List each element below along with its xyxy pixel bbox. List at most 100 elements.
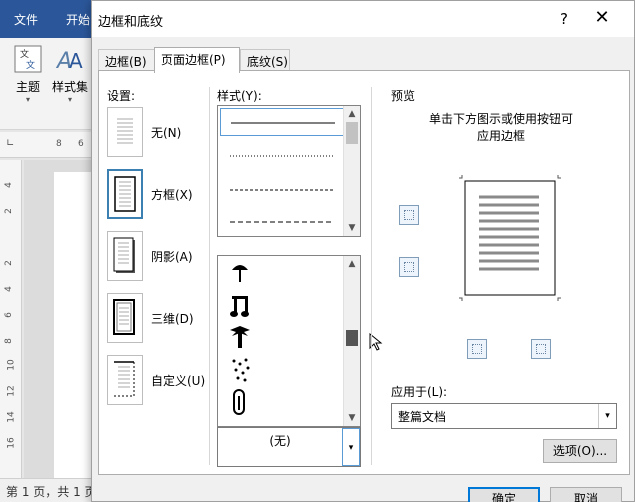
setting-none-label: 无(N) (151, 126, 182, 140)
svg-text:A: A (69, 49, 83, 73)
dashed-line-icon (230, 189, 334, 191)
word-ribbon: 文文 主题 ▾ AA 样式集 ▾ (0, 38, 100, 130)
music-note-icon (230, 296, 249, 317)
options-button[interactable]: 选项(O)... (543, 439, 617, 463)
theme-button[interactable]: 文文 主题 ▾ (8, 44, 48, 104)
chevron-down-icon[interactable]: ▾ (342, 428, 360, 466)
art-music-row[interactable] (230, 292, 334, 322)
divider (371, 87, 372, 465)
border-top-icon (404, 210, 414, 220)
ruler-v-label: 16 (6, 437, 17, 449)
art-value: (无) (269, 434, 291, 448)
ok-button[interactable]: 确定 (468, 487, 540, 502)
line-style-solid[interactable] (220, 108, 344, 136)
dashed-line-icon (230, 221, 334, 223)
scroll-down-icon[interactable]: ▼ (344, 220, 360, 236)
styleset-button[interactable]: AA 样式集 ▾ (50, 44, 90, 104)
ruler-v-label: 4 (3, 286, 14, 292)
horizontal-ruler: ∟ 8 6 (0, 132, 100, 158)
art-confetti-row[interactable] (230, 356, 334, 386)
art-paperclip-row[interactable] (230, 388, 334, 418)
border-left-button[interactable] (467, 339, 487, 359)
setting-custom-icon (107, 355, 143, 405)
setting-box-label: 方框(X) (151, 188, 193, 202)
settings-label: 设置: (107, 89, 136, 103)
border-top-button[interactable] (399, 205, 419, 225)
close-icon[interactable]: ✕ (590, 7, 614, 28)
setting-custom-label: 自定义(U) (151, 374, 206, 388)
art-palm-row[interactable] (230, 324, 334, 354)
setting-shadow-icon (107, 231, 143, 281)
art-border-list[interactable]: ▲ ▼ (217, 255, 361, 427)
tab-stop-icon[interactable]: ∟ (6, 138, 14, 149)
preview-hint-1: 单击下方图示或使用按钮可 (428, 112, 573, 126)
scroll-up-icon[interactable]: ▲ (344, 256, 360, 272)
line-style-dashed-large[interactable] (220, 208, 344, 236)
file-tab[interactable]: 文件 (14, 11, 38, 28)
preview-page[interactable] (459, 175, 561, 301)
art-umbrella-row[interactable] (230, 260, 334, 290)
theme-icon: 文文 (13, 44, 43, 74)
vertical-ruler: 4 2 2 4 6 8 10 12 14 16 (0, 160, 22, 478)
paperclip-icon (233, 389, 245, 415)
setting-shadow-label: 阴影(A) (151, 250, 193, 264)
home-tab[interactable]: 开始 (66, 11, 90, 28)
tab-shading[interactable]: 底纹(S) (240, 49, 290, 71)
ruler-v-label: 10 (6, 359, 17, 371)
svg-text:文: 文 (26, 59, 35, 71)
cancel-button[interactable]: 取消 (550, 487, 622, 502)
border-right-icon (536, 344, 546, 354)
apply-to-select[interactable]: 整篇文档 ▾ (391, 403, 617, 429)
borders-shading-dialog: 边框和底纹 ? ✕ 边框(B) 页面边框(P) 底纹(S) 设置: 无(N) 方… (91, 0, 635, 502)
art-scrollbar[interactable]: ▲ ▼ (343, 256, 360, 426)
line-style-dotted[interactable] (220, 142, 344, 170)
divider (209, 87, 210, 465)
ruler-h-label: 6 (78, 139, 84, 149)
setting-box-icon (107, 169, 143, 219)
ruler-v-label: 2 (3, 260, 14, 266)
scroll-down-icon[interactable]: ▼ (344, 410, 360, 426)
preview-label: 预览 (391, 89, 416, 103)
setting-3d-icon (107, 293, 143, 343)
dialog-titlebar[interactable]: 边框和底纹 ? ✕ (92, 1, 634, 37)
preview-hint-2: 应用边框 (476, 129, 525, 143)
ruler-h-label: 8 (56, 139, 62, 149)
tab-page-border[interactable]: 页面边框(P) (154, 47, 240, 73)
scroll-thumb[interactable] (346, 330, 358, 346)
dialog-title: 边框和底纹 (98, 15, 164, 30)
border-bottom-icon (404, 262, 414, 272)
umbrella-icon (232, 265, 248, 282)
dotted-line-icon (230, 155, 334, 157)
palm-tree-icon (230, 326, 250, 348)
help-icon[interactable]: ? (560, 10, 568, 28)
theme-label: 主题 (15, 80, 40, 94)
ruler-v-label: 12 (6, 385, 17, 397)
ruler-v-label: 4 (3, 182, 14, 188)
apply-to-label: 应用于(L): (391, 385, 448, 399)
line-style-scrollbar[interactable]: ▲ ▼ (343, 106, 360, 236)
document-area[interactable] (24, 160, 114, 492)
apply-to-value: 整篇文档 (398, 410, 447, 424)
border-bottom-button[interactable] (399, 257, 419, 277)
svg-text:文: 文 (20, 48, 29, 60)
line-style-list[interactable]: ▲ ▼ (217, 105, 361, 237)
page-count: 第 1 页，共 1 页 (6, 485, 97, 499)
ruler-v-label: 6 (3, 312, 14, 318)
setting-none-icon (107, 107, 143, 157)
border-right-button[interactable] (531, 339, 551, 359)
style-label: 样式(Y): (217, 89, 262, 103)
ruler-v-label: 14 (6, 411, 17, 423)
chevron-down-icon[interactable]: ▾ (598, 404, 616, 428)
scroll-up-icon[interactable]: ▲ (344, 106, 360, 122)
art-combo[interactable]: (无) ▾ (217, 427, 361, 467)
setting-3d-label: 三维(D) (151, 312, 194, 326)
border-left-icon (472, 344, 482, 354)
confetti-icon (232, 358, 250, 382)
line-style-dashed-small[interactable] (220, 176, 344, 204)
scroll-thumb[interactable] (346, 122, 358, 144)
styleset-label: 样式集 (51, 80, 88, 94)
solid-line-icon (231, 122, 335, 124)
tab-borders[interactable]: 边框(B) (98, 49, 156, 71)
word-ribbon-tabbar: 文件 开始 (0, 0, 100, 38)
page-border-panel: 设置: 无(N) 方框(X) 阴影(A) 三维(D) 自定义(U) 样式(Y):… (98, 70, 630, 475)
